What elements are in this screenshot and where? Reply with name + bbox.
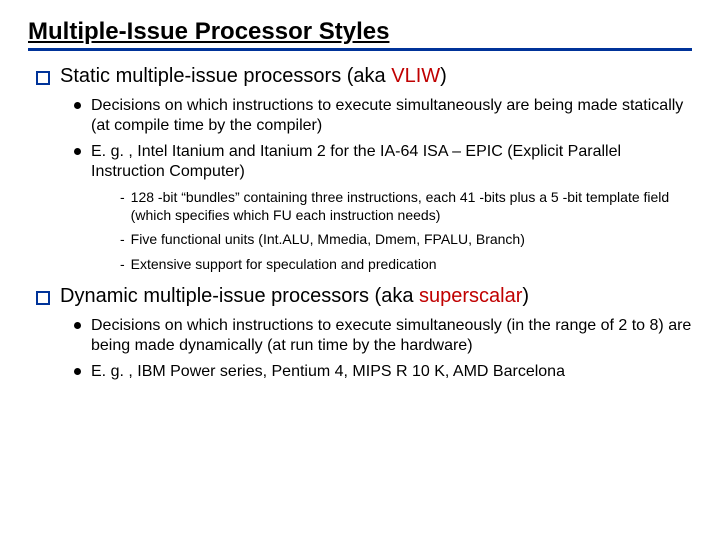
static-sub-1-text: 128 -bit “bundles” containing three inst… bbox=[131, 188, 692, 224]
static-heading-pre: Static multiple-issue processors (aka bbox=[60, 65, 391, 87]
square-bullet-icon bbox=[36, 71, 50, 85]
dot-bullet-icon bbox=[74, 102, 81, 109]
dynamic-heading-pre: Dynamic multiple-issue processors (aka bbox=[60, 285, 419, 307]
dynamic-heading: Dynamic multiple-issue processors (aka s… bbox=[36, 285, 692, 308]
dash-icon: - bbox=[120, 255, 125, 273]
static-sub-3: - Extensive support for speculation and … bbox=[120, 255, 692, 273]
static-sub-3-text: Extensive support for speculation and pr… bbox=[131, 255, 437, 273]
dynamic-bullet-2-text: E. g. , IBM Power series, Pentium 4, MIP… bbox=[91, 362, 565, 382]
dash-icon: - bbox=[120, 230, 125, 248]
superscalar-term: superscalar bbox=[419, 285, 522, 307]
dot-bullet-icon bbox=[74, 368, 81, 375]
static-sub-2: - Five functional units (Int.ALU, Mmedia… bbox=[120, 230, 692, 248]
dot-bullet-icon bbox=[74, 148, 81, 155]
dynamic-bullet-2: E. g. , IBM Power series, Pentium 4, MIP… bbox=[74, 362, 692, 382]
dynamic-bullet-1: Decisions on which instructions to execu… bbox=[74, 316, 692, 356]
static-bullet-2-text: E. g. , Intel Itanium and Itanium 2 for … bbox=[91, 142, 692, 182]
dot-bullet-icon bbox=[74, 322, 81, 329]
vliw-term: VLIW bbox=[391, 65, 440, 87]
static-sub-1: - 128 -bit “bundles” containing three in… bbox=[120, 188, 692, 224]
static-heading-post: ) bbox=[440, 65, 447, 87]
square-bullet-icon bbox=[36, 291, 50, 305]
slide-title: Multiple-Issue Processor Styles bbox=[28, 18, 692, 51]
static-bullet-1-text: Decisions on which instructions to execu… bbox=[91, 96, 692, 136]
static-sub-2-text: Five functional units (Int.ALU, Mmedia, … bbox=[131, 230, 525, 248]
static-heading-text: Static multiple-issue processors (aka VL… bbox=[60, 65, 447, 88]
dynamic-heading-post: ) bbox=[522, 285, 529, 307]
dash-icon: - bbox=[120, 188, 125, 206]
static-bullet-2: E. g. , Intel Itanium and Itanium 2 for … bbox=[74, 142, 692, 182]
slide: Multiple-Issue Processor Styles Static m… bbox=[0, 0, 720, 398]
static-heading: Static multiple-issue processors (aka VL… bbox=[36, 65, 692, 88]
static-bullet-1: Decisions on which instructions to execu… bbox=[74, 96, 692, 136]
dynamic-bullet-1-text: Decisions on which instructions to execu… bbox=[91, 316, 692, 356]
dynamic-heading-text: Dynamic multiple-issue processors (aka s… bbox=[60, 285, 529, 308]
